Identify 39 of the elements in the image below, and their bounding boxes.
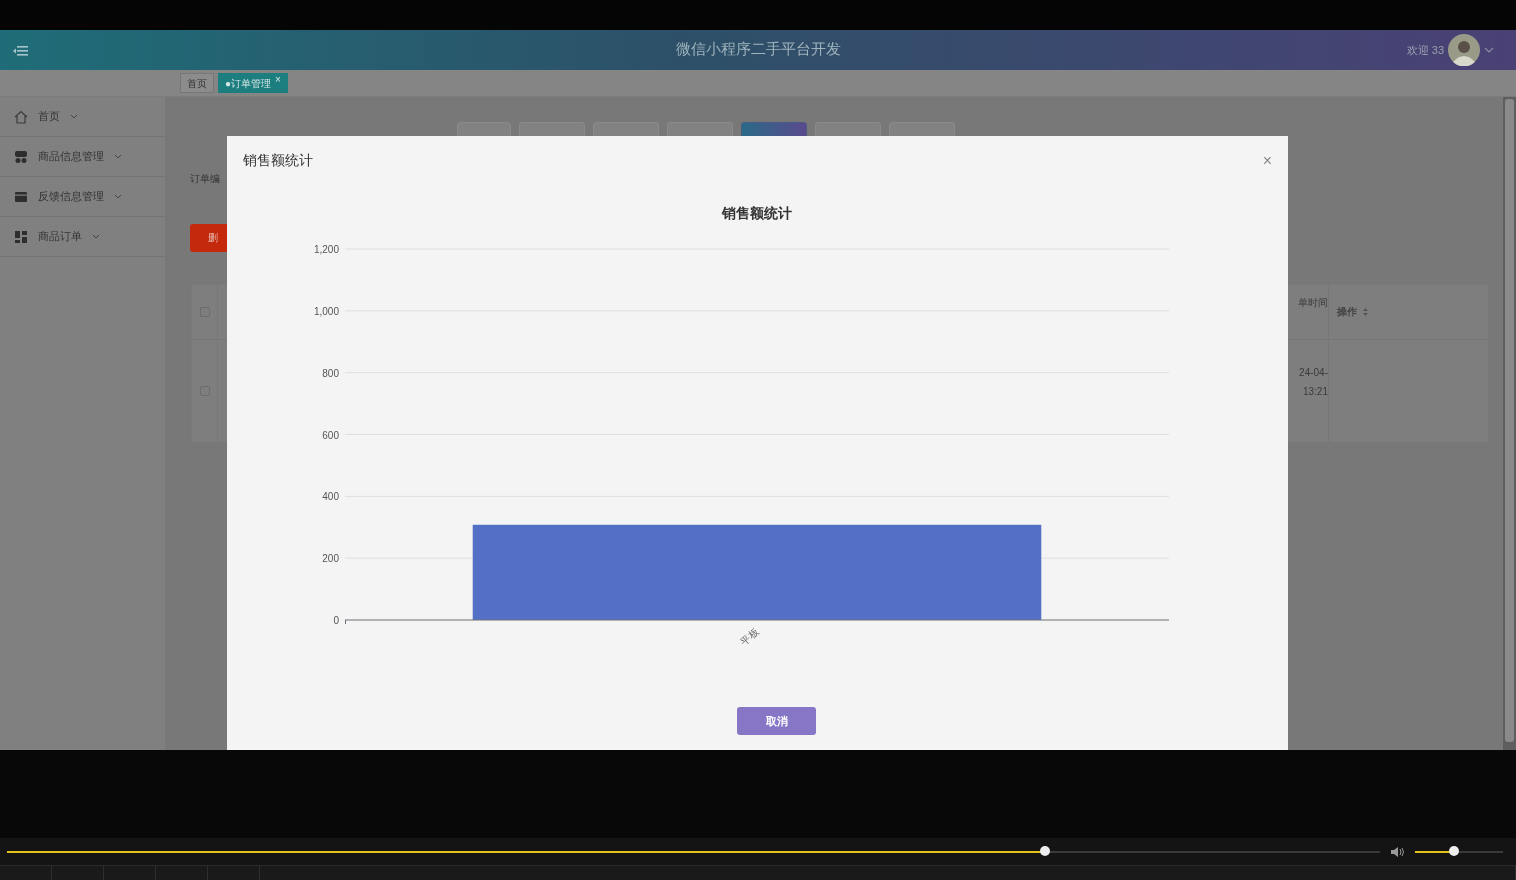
axis-category-label: 平板 [738, 626, 761, 648]
breadcrumb-tab[interactable]: ●订单管理 × [218, 73, 288, 93]
chevron-down-icon [114, 154, 122, 159]
home-icon [14, 109, 28, 124]
axis-tick-label: 1,200 [313, 244, 339, 255]
sidebar-label: 首页 [38, 109, 60, 124]
sidebar-label: 反馈信息管理 [38, 189, 104, 204]
axis-tick-label: 0 [333, 615, 339, 626]
axis-tick-label: 600 [322, 429, 339, 441]
chart-title: 销售额统计 [722, 205, 792, 221]
slider-thumb[interactable] [1040, 845, 1050, 856]
close-icon[interactable]: × [275, 74, 281, 86]
column-header: 操作 [1337, 305, 1357, 319]
sidebar-label: 商品订单 [38, 229, 82, 244]
axis-tick-label: 800 [322, 367, 339, 379]
menu-icon[interactable] [13, 44, 29, 56]
chevron-down-icon [92, 234, 100, 239]
avatar-icon[interactable] [1448, 34, 1480, 66]
breadcrumb-tab[interactable]: 首页 [180, 73, 214, 93]
wallet-icon [14, 189, 28, 204]
speaker-icon[interactable] [1390, 845, 1405, 858]
sort-icon [1362, 307, 1369, 317]
grid-icon [14, 229, 28, 244]
table-cell-text: 13:21 [1302, 385, 1328, 399]
close-icon[interactable]: × [1262, 152, 1272, 169]
chevron-down-icon [114, 194, 122, 199]
table-cell-text: 24-04- [1299, 366, 1328, 380]
axis-tick-label: 200 [322, 553, 339, 565]
app-title: 微信小程序二手平台开发 [675, 40, 841, 59]
axis-tick-label: 1,000 [313, 305, 339, 317]
scrollbar-thumb[interactable] [1505, 99, 1514, 742]
sidebar-label: 商品信息管理 [38, 149, 104, 164]
dialog-title: 销售额统计 [243, 151, 313, 170]
slider-thumb[interactable] [1448, 845, 1459, 856]
cancel-button[interactable]: 取消 [737, 707, 816, 735]
chevron-down-icon [70, 114, 78, 119]
chevron-down-icon [1484, 47, 1494, 53]
axis-tick-label: 400 [322, 491, 339, 503]
welcome-text: 欢迎 33 [1406, 42, 1444, 58]
